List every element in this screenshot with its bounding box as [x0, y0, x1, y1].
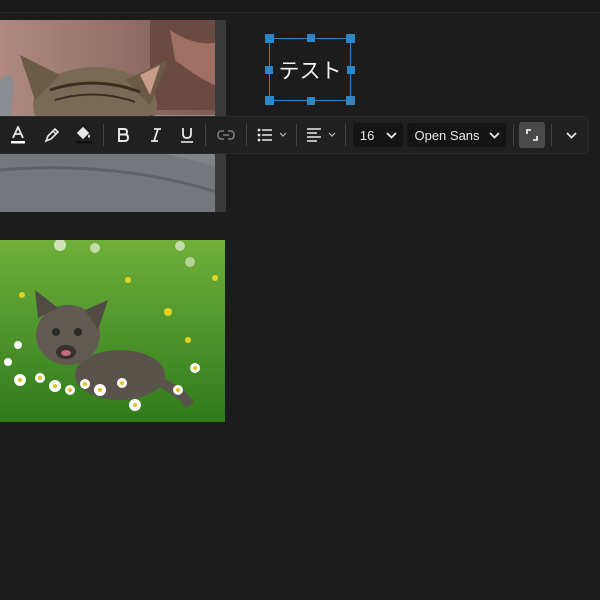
link-icon — [217, 130, 235, 140]
toolbar-divider — [512, 124, 514, 146]
font-size-select[interactable]: 16 — [352, 123, 403, 147]
toolbar-divider — [296, 124, 298, 146]
resize-handle-top[interactable] — [307, 34, 315, 42]
toolbar-divider — [344, 124, 346, 146]
resize-handle-left[interactable] — [265, 66, 273, 74]
toolbar-divider — [245, 124, 247, 146]
fill-color-button[interactable] — [67, 116, 101, 154]
paint-bucket-icon — [76, 126, 93, 144]
text-color-button[interactable] — [0, 116, 36, 154]
underline-icon — [181, 128, 194, 143]
text-formatting-toolbar: 16 Open Sans — [0, 116, 589, 154]
selected-text-box[interactable]: テスト — [265, 34, 355, 105]
photo-grass-kitten[interactable] — [0, 240, 225, 422]
bulleted-list-button[interactable] — [249, 116, 295, 154]
bold-icon — [117, 128, 129, 142]
expand-icon — [526, 129, 538, 141]
underline-button[interactable] — [171, 116, 203, 154]
font-family-value: Open Sans — [414, 127, 480, 143]
highlight-button[interactable] — [36, 116, 68, 154]
text-color-icon — [10, 126, 25, 144]
resize-handle-top-left[interactable] — [265, 34, 274, 43]
chevron-down-icon — [385, 131, 397, 139]
chevron-down-icon — [489, 131, 500, 139]
bold-button[interactable] — [106, 116, 140, 154]
align-left-icon — [307, 128, 336, 142]
toolbar-divider — [103, 124, 105, 146]
resize-handle-bottom-right[interactable] — [346, 96, 355, 105]
resize-handle-bottom-left[interactable] — [265, 96, 274, 105]
more-options-button[interactable] — [554, 116, 588, 154]
grass-kitten-image — [0, 240, 225, 422]
resize-handle-bottom[interactable] — [307, 97, 315, 105]
italic-icon — [150, 128, 161, 142]
text-align-button[interactable] — [299, 116, 343, 154]
font-size-value: 16 — [359, 127, 375, 143]
font-family-select[interactable]: Open Sans — [407, 123, 506, 147]
text-box-content[interactable]: テスト — [279, 55, 342, 85]
bulleted-list-icon — [257, 128, 286, 142]
chevron-down-icon — [566, 131, 577, 139]
highlighter-icon — [44, 127, 59, 143]
resize-handle-right[interactable] — [347, 66, 355, 74]
top-bar — [0, 0, 600, 13]
link-button[interactable] — [208, 116, 244, 154]
italic-button[interactable] — [140, 116, 172, 154]
toolbar-divider — [205, 124, 207, 146]
expand-button[interactable] — [518, 122, 546, 148]
resize-handle-top-right[interactable] — [346, 34, 355, 43]
toolbar-divider — [551, 124, 553, 146]
